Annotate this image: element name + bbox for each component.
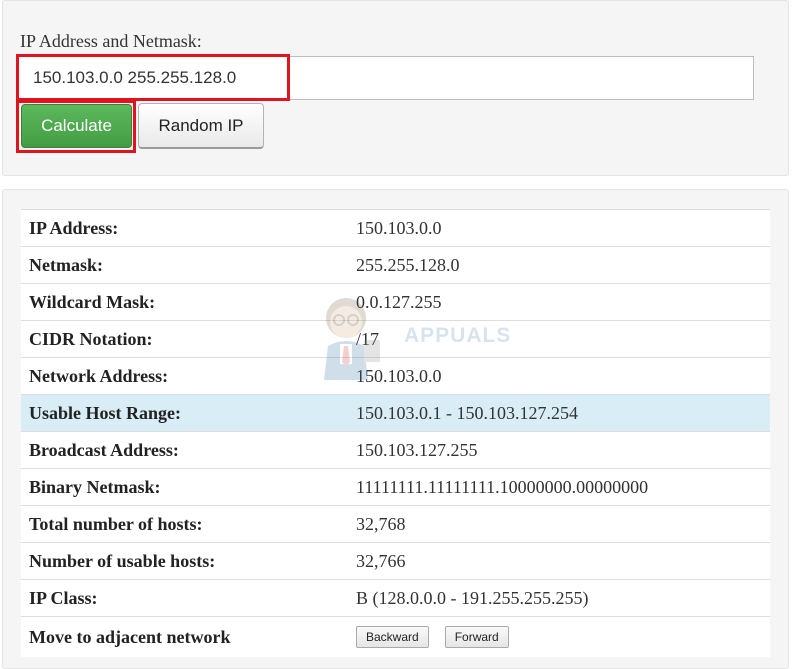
results-table: IP Address: 150.103.0.0 Netmask: 255.255…	[21, 209, 770, 657]
random-ip-button[interactable]: Random IP	[138, 103, 264, 149]
row-key-network-address: Network Address:	[21, 357, 348, 395]
row-key-usable-host-range: Usable Host Range:	[21, 394, 348, 432]
row-value-usable-host-range: 150.103.0.1 - 150.103.127.254	[348, 394, 770, 432]
table-row: CIDR Notation: /17	[21, 320, 770, 358]
row-key-binary-netmask: Binary Netmask:	[21, 468, 348, 506]
table-row: IP Class: B (128.0.0.0 - 191.255.255.255…	[21, 579, 770, 617]
row-value-cidr-notation: /17	[348, 320, 770, 358]
row-value-total-hosts: 32,768	[348, 505, 770, 543]
ip-netmask-label: IP Address and Netmask:	[20, 31, 202, 51]
row-key-cidr-notation: CIDR Notation:	[21, 320, 348, 358]
row-value-ip-class: B (128.0.0.0 - 191.255.255.255)	[348, 579, 770, 617]
forward-button[interactable]: Forward	[444, 626, 509, 649]
table-row: Number of usable hosts: 32,766	[21, 542, 770, 580]
row-value-wildcard-mask: 0.0.127.255	[348, 283, 770, 321]
table-row: IP Address: 150.103.0.0	[21, 209, 770, 247]
table-row: Netmask: 255.255.128.0	[21, 246, 770, 284]
adjacent-network-controls: Backward Forward	[348, 616, 770, 657]
row-value-usable-hosts: 32,766	[348, 542, 770, 580]
table-row: Wildcard Mask: 0.0.127.255	[21, 283, 770, 321]
row-value-broadcast-address: 150.103.127.255	[348, 431, 770, 469]
row-key-broadcast-address: Broadcast Address:	[21, 431, 348, 469]
row-key-ip-class: IP Class:	[21, 579, 348, 617]
ip-netmask-field-frame	[18, 56, 754, 100]
table-row: Network Address: 150.103.0.0	[21, 357, 770, 395]
row-value-network-address: 150.103.0.0	[348, 357, 770, 395]
row-value-binary-netmask: 11111111.11111111.10000000.00000000	[348, 468, 770, 506]
row-key-usable-hosts: Number of usable hosts:	[21, 542, 348, 580]
calculate-button[interactable]: Calculate	[21, 104, 132, 148]
table-row: Move to adjacent network Backward Forward	[21, 616, 770, 657]
row-key-netmask: Netmask:	[21, 246, 348, 284]
row-value-netmask: 255.255.128.0	[348, 246, 770, 284]
table-row: Binary Netmask: 11111111.11111111.100000…	[21, 468, 770, 506]
ip-netmask-input[interactable]	[19, 57, 753, 99]
row-key-wildcard-mask: Wildcard Mask:	[21, 283, 348, 321]
row-key-adjacent-network: Move to adjacent network	[21, 616, 348, 657]
table-row-highlighted: Usable Host Range: 150.103.0.1 - 150.103…	[21, 394, 770, 432]
backward-button[interactable]: Backward	[356, 626, 429, 649]
table-row: Total number of hosts: 32,768	[21, 505, 770, 543]
table-row: Broadcast Address: 150.103.127.255	[21, 431, 770, 469]
row-key-ip-address: IP Address:	[21, 209, 348, 247]
row-key-total-hosts: Total number of hosts:	[21, 505, 348, 543]
row-value-ip-address: 150.103.0.0	[348, 209, 770, 247]
